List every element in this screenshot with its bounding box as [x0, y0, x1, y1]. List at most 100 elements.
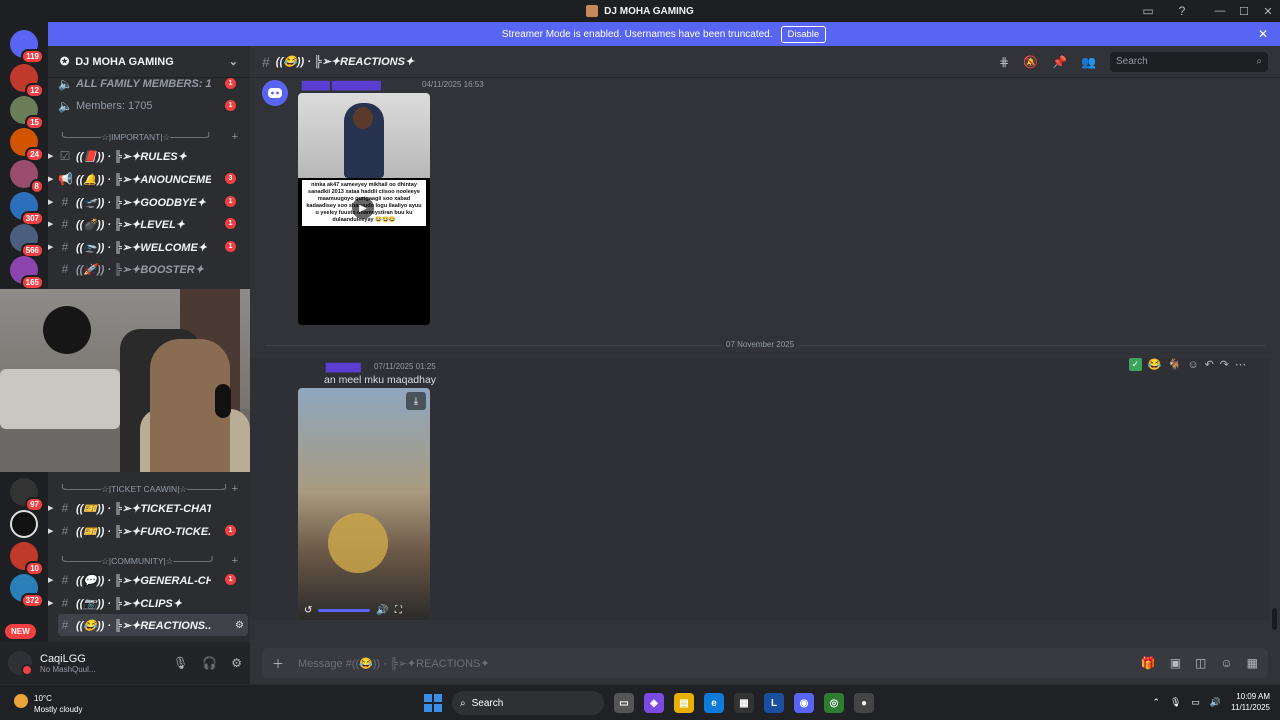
network-icon[interactable]: ▭ [1191, 697, 1200, 708]
server-item[interactable]: 307 [10, 192, 44, 226]
channel-reactions[interactable]: # ((😂)) · ╠➢✦REACTIONS... ⚙ [58, 614, 248, 636]
settings-icon[interactable]: ⚙ [235, 620, 244, 631]
server-item[interactable]: 372 [10, 574, 44, 608]
apps-icon[interactable]: ▦ [1247, 656, 1258, 670]
channel-general[interactable]: ▶ # ((💬)) · ╠➢✦GENERAL-CH... 1 [48, 569, 248, 591]
server-item[interactable]: 12 [10, 64, 44, 98]
play-icon[interactable]: ▶ [352, 197, 374, 219]
more-icon[interactable]: ⋯ [1235, 358, 1246, 371]
close-window-button[interactable]: ✕ [1256, 0, 1280, 22]
add-channel-icon[interactable]: + [232, 483, 246, 495]
author-name[interactable]: ▇▇▇▇▇ [326, 362, 361, 373]
weather-widget[interactable]: 10°C Mostly cloudy [14, 693, 82, 715]
server-item[interactable] [10, 510, 38, 538]
category-community[interactable]: ╰──────☆|COMMUNITY|☆──────╯ + [60, 554, 246, 568]
add-channel-icon[interactable]: + [232, 555, 246, 567]
server-item[interactable]: 15 [10, 96, 44, 130]
video-player[interactable]: ⤓ ↺ 🔊 ⛶ [298, 388, 430, 620]
channel-rules[interactable]: ▶ ☑ ((📕)) · ╠➢✦RULES✦ [48, 145, 248, 167]
new-badge[interactable]: NEW [5, 624, 36, 639]
obs-icon[interactable]: ● [854, 693, 874, 713]
sticker-icon[interactable]: ◫ [1195, 656, 1206, 670]
pin-icon[interactable]: 📌 [1052, 55, 1067, 69]
message-hovered[interactable]: ✓ 😂 🐐 ☺ ↶ ↷ ⋯ ▇▇▇▇▇ 07/11/2025 01:25 an … [250, 358, 1270, 620]
channel-booster[interactable]: # ((🚀)) · ╠➢✦BOOSTER✦ [58, 258, 248, 280]
task-view-icon[interactable]: ▭ [614, 693, 634, 713]
discord-logo-icon[interactable] [262, 80, 288, 106]
windows-start-icon[interactable] [424, 694, 442, 712]
channel-goodbye[interactable]: ▶ # ((🛫)) · ╠➢✦GOODBYE✦ 1 [48, 191, 248, 213]
gift-icon[interactable]: 🎁 [1141, 656, 1156, 670]
replay-icon[interactable]: ↺ [304, 605, 312, 616]
app-l-icon[interactable]: L [764, 693, 784, 713]
channel-announcements[interactable]: ▶ 📢 ((🔔)) · ╠➢✦ANOUNCEME... 3 [48, 168, 248, 190]
category-important[interactable]: ╰──────☆|IMPORTANT|☆──────╯ + [60, 130, 246, 144]
video-attachment[interactable]: ninka ak47 sameeyey mikhail oo dhintay s… [298, 93, 430, 325]
chrome-icon[interactable]: ◎ [824, 693, 844, 713]
channel-name: ((📷)) · ╠➢✦CLIPS✦ [76, 597, 182, 610]
help-icon[interactable]: ? [1174, 3, 1190, 19]
headphones-icon[interactable]: 🎧 [202, 656, 217, 670]
server-item[interactable]: 566 [10, 224, 44, 258]
search-input[interactable]: Search ⌕ [1110, 51, 1268, 72]
store-icon[interactable]: ▦ [734, 693, 754, 713]
microphone-icon[interactable]: 🎙 [173, 656, 188, 670]
message-list: ▇▇▇▇ ▇▇▇▇▇▇▇ 04/11/2025 16:53 ninka ak47… [250, 78, 1280, 642]
laugh-reaction-icon[interactable]: 😂 [1148, 358, 1162, 371]
disable-button[interactable]: Disable [780, 25, 827, 43]
gear-icon[interactable]: ⚙ [231, 656, 242, 670]
microphone-tray-icon[interactable]: 🎙 [1170, 697, 1181, 708]
emoji-icon[interactable]: ☺ [1220, 656, 1232, 670]
minimize-button[interactable]: — [1208, 0, 1232, 22]
discord-taskbar-icon[interactable]: ◉ [794, 693, 814, 713]
check-reaction-icon[interactable]: ✓ [1128, 358, 1142, 371]
channel-name: Members: 1705 [76, 100, 153, 112]
date-divider-label: 07 November 2025 [722, 340, 799, 349]
chevron-down-icon[interactable]: ⌄ [229, 55, 238, 68]
message-input[interactable]: Message #((😂)) · ╠➢✦REACTIONS✦ [298, 657, 490, 670]
server-item[interactable]: 97 [10, 478, 44, 512]
clock[interactable]: 10:09 AM 11/11/2025 [1231, 691, 1270, 713]
gif-icon[interactable]: ▣ [1170, 656, 1181, 670]
author-name[interactable]: ▇▇▇▇ ▇▇▇▇▇▇▇ [302, 80, 381, 91]
download-icon[interactable]: ⤓ [406, 392, 426, 410]
maximize-button[interactable]: ☐ [1232, 0, 1256, 22]
member-list-icon[interactable]: 👥 [1081, 55, 1096, 69]
close-icon[interactable]: ✕ [1258, 27, 1268, 41]
server-home[interactable]: 119 [10, 30, 44, 64]
channel-furo-ticket[interactable]: ▶ # ((🎫)) · ╠➢✦FURO-TICKE... 1 [48, 520, 248, 542]
edge-icon[interactable]: e [704, 693, 724, 713]
channel-family-members[interactable]: 🔈 ALL FAMILY MEMBERS: 1726 1 [58, 73, 248, 95]
channel-welcome[interactable]: ▶ # ((🛬)) · ╠➢✦WELCOME✦ 1 [48, 236, 248, 258]
channel-ticket-chat[interactable]: ▶ # ((🎫)) · ╠➢✦TICKET-CHAT✦ [48, 497, 248, 519]
taskbar-search[interactable]: ⌕ Search [452, 691, 604, 715]
add-channel-icon[interactable]: + [232, 131, 246, 143]
scrollbar[interactable] [1272, 608, 1277, 630]
copilot-icon[interactable]: ◈ [644, 693, 664, 713]
video-progress[interactable] [318, 608, 371, 612]
server-item[interactable]: 8 [10, 160, 44, 194]
fullscreen-icon[interactable]: ⛶ [395, 605, 402, 616]
threads-icon[interactable]: ⋕ [999, 55, 1009, 69]
server-item[interactable]: 24 [10, 128, 44, 162]
avatar[interactable] [8, 651, 33, 676]
volume-icon[interactable]: 🔊 [376, 605, 388, 616]
file-explorer-icon[interactable]: ▤ [674, 693, 694, 713]
add-reaction-icon[interactable]: ☺ [1187, 359, 1198, 371]
reply-icon[interactable]: ↶ [1205, 358, 1214, 371]
user-status: No MashQuul... [40, 664, 96, 674]
volume-tray-icon[interactable]: 🔊 [1210, 697, 1221, 708]
channel-members[interactable]: 🔈 Members: 1705 1 [58, 95, 248, 117]
channel-level[interactable]: ▶ # ((💣)) · ╠➢✦LEVEL✦ 1 [48, 213, 248, 235]
inbox-icon[interactable]: ▭ [1140, 3, 1156, 19]
chevron-up-icon[interactable]: ⌃ [1152, 697, 1160, 708]
forward-icon[interactable]: ↷ [1220, 358, 1229, 371]
server-item[interactable]: 10 [10, 542, 44, 576]
category-ticket[interactable]: ╰──────☆|TICKET CAAWIN|☆──────╯ + [60, 482, 246, 496]
server-item[interactable]: 165 [10, 256, 44, 290]
arrow-icon: ▶ [48, 176, 54, 183]
channel-clips[interactable]: ▶ # ((📷)) · ╠➢✦CLIPS✦ [48, 592, 248, 614]
attach-icon[interactable]: ＋ [272, 655, 284, 672]
notification-bell-icon[interactable]: 🔕 [1023, 55, 1038, 69]
goat-reaction-icon[interactable]: 🐐 [1168, 358, 1182, 371]
